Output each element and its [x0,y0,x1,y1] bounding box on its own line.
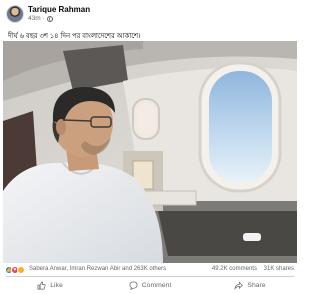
care-icon [17,266,25,274]
share-count[interactable]: 31K shares [264,266,294,272]
like-label: Like [50,282,63,289]
reaction-bar: 👍 ♥ Sabera Anwar, Imran Rezwan Abir and … [0,263,300,275]
thumbs-up-icon [37,281,46,290]
comment-label: Comment [141,282,172,289]
comment-count[interactable]: 49.2K comments [212,266,257,272]
avatar[interactable] [6,5,24,23]
share-icon [234,281,244,290]
share-label: Share [247,282,266,289]
comment-button[interactable]: Comment [100,277,200,294]
post-meta: 43m · [28,15,53,22]
post-header: Tarique Rahman 43m · [0,0,300,26]
post-time[interactable]: 43m [28,15,41,22]
globe-icon [46,15,53,22]
reaction-names[interactable]: Sabera Anwar, Imran Rezwan Abir and 263K… [29,266,166,272]
engagement-counts: 49.2K comments 31K shares [212,266,294,272]
share-button[interactable]: Share [200,277,300,294]
post-photo[interactable] [3,41,297,263]
author-name[interactable]: Tarique Rahman [28,5,90,14]
action-bar: Like Comment Share [0,277,300,294]
like-button[interactable]: Like [0,277,100,294]
reaction-icons[interactable]: 👍 ♥ [5,266,29,274]
comment-icon [129,281,138,290]
